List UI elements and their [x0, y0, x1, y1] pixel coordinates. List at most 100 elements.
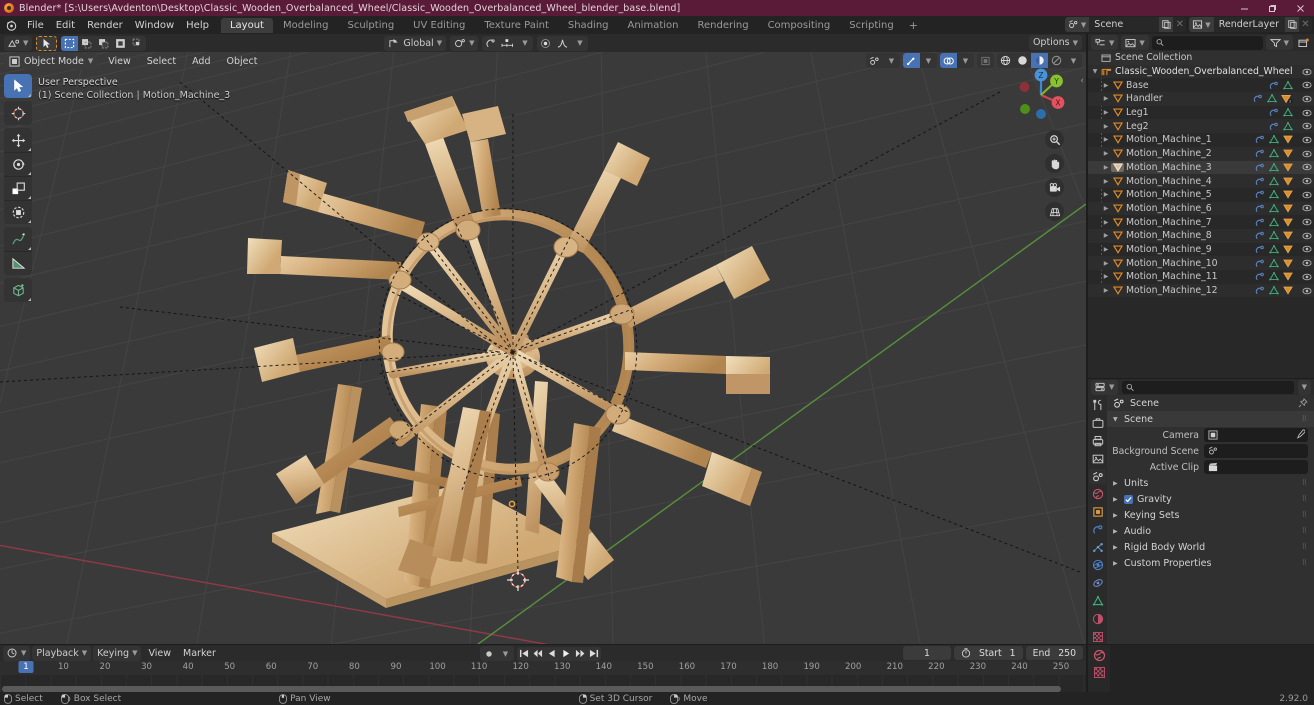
child-object-icon[interactable] — [1283, 231, 1293, 240]
visibility-eye-icon[interactable] — [1301, 218, 1312, 226]
viewport-menu-add[interactable]: Add — [186, 55, 216, 68]
select-intersect-button[interactable] — [129, 36, 146, 51]
tool-measure[interactable] — [4, 251, 32, 275]
visibility-eye-icon[interactable] — [1301, 245, 1312, 253]
mesh-data-icon[interactable] — [1269, 217, 1279, 227]
chevron-right-icon[interactable]: ▶ — [1101, 164, 1111, 171]
panel-header-custom-properties[interactable]: ▶ Custom Properties ⠿ — [1107, 555, 1314, 571]
child-object-icon[interactable] — [1283, 149, 1293, 158]
tab-texture[interactable] — [1089, 629, 1106, 644]
mesh-data-icon[interactable] — [1283, 108, 1293, 117]
viewport-menu-object[interactable]: Object — [221, 55, 264, 68]
select-extend-button[interactable] — [78, 36, 95, 51]
mesh-data-icon[interactable] — [1269, 272, 1279, 281]
scene-selector[interactable]: ▼ Scene ✕ — [1064, 17, 1187, 32]
panel-drag-dots[interactable]: ⠿ — [1302, 479, 1308, 487]
outliner-row-motion-machine-7[interactable]: ▶ Motion_Machine_7 — [1088, 215, 1314, 229]
proportional-edit-toggle[interactable] — [537, 36, 554, 51]
menu-render[interactable]: Render — [81, 19, 129, 32]
select-subtract-button[interactable] — [95, 36, 112, 51]
panel-header-rigid-body-world[interactable]: ▶ Rigid Body World ⠿ — [1107, 539, 1314, 555]
tab-particles[interactable] — [1089, 540, 1106, 555]
visibility-eye-icon[interactable] — [1301, 287, 1312, 295]
visibility-eye-icon[interactable] — [1301, 191, 1312, 199]
tab-layout[interactable]: Layout — [220, 17, 273, 33]
tab-texture-paint[interactable]: Texture Paint — [475, 18, 558, 33]
properties-search-input[interactable] — [1122, 380, 1294, 394]
remove-viewlayer-button[interactable]: ✕ — [1299, 17, 1312, 32]
outliner-editor-type-selector[interactable]: ▼ — [1091, 35, 1119, 50]
chevron-right-icon[interactable]: ▶ — [1101, 260, 1111, 267]
new-scene-button[interactable] — [1159, 17, 1174, 32]
keying-menu[interactable]: Keying ▼ — [93, 645, 142, 661]
modifier-icon[interactable] — [1255, 135, 1265, 144]
outliner-row-base[interactable]: ▶ Base — [1088, 78, 1314, 92]
modifier-icon[interactable] — [1269, 108, 1279, 117]
tool-annotate[interactable] — [4, 227, 32, 251]
modifier-icon[interactable] — [1255, 218, 1265, 227]
outliner-row-motion-machine-2[interactable]: ▶ Motion_Machine_2 — [1088, 146, 1314, 161]
panel-drag-dots[interactable]: ⠿ — [1302, 559, 1308, 567]
tab-uv-editing[interactable]: UV Editing — [404, 18, 474, 33]
pin-icon[interactable] — [1298, 398, 1308, 408]
timeline-menu-view[interactable]: View — [143, 647, 176, 660]
timeline-editor[interactable]: ▼ Playback ▼ Keying ▼ View Marker ▼ 1 St… — [0, 645, 1086, 705]
outliner-row-leg1[interactable]: ▶ Leg1 — [1088, 106, 1314, 120]
tab-output[interactable] — [1089, 434, 1106, 449]
mesh-data-icon[interactable] — [1269, 203, 1279, 213]
jump-to-end-button[interactable] — [587, 647, 601, 661]
mesh-data-icon[interactable] — [1269, 258, 1279, 268]
tab-rendering[interactable]: Rendering — [688, 18, 757, 33]
panel-header-keying-sets[interactable]: ▶ Keying Sets ⠿ — [1107, 507, 1314, 523]
sidebar-toggle-arrow[interactable]: ‹ — [1080, 76, 1084, 86]
active-tool-indicator[interactable] — [36, 35, 58, 51]
outliner-row-motion-machine-9[interactable]: ▶ Motion_Machine_9 — [1088, 243, 1314, 257]
outliner-row-motion-machine-10[interactable]: ▶ Motion_Machine_10 — [1088, 256, 1314, 270]
viewlayer-selector[interactable]: ▼ RenderLayer ✕ — [1189, 17, 1312, 32]
toggle-xray-button[interactable] — [977, 53, 994, 68]
menu-file[interactable]: File — [21, 19, 50, 32]
world-icon[interactable] — [1093, 649, 1106, 662]
new-viewlayer-button[interactable] — [1285, 17, 1299, 32]
background-scene-field[interactable] — [1204, 444, 1308, 458]
modifier-icon[interactable] — [1255, 149, 1265, 158]
outliner-row-leg2[interactable]: ▶ Leg2 — [1088, 119, 1314, 134]
tab-animation[interactable]: Animation — [619, 18, 688, 33]
viewport-menu-select[interactable]: Select — [141, 55, 182, 68]
timeline-keyframe-area[interactable] — [0, 675, 1086, 705]
tab-compositing[interactable]: Compositing — [759, 18, 840, 33]
chevron-right-icon[interactable]: ▶ — [1101, 219, 1111, 226]
next-keyframe-button[interactable] — [573, 647, 587, 661]
tab-shading[interactable]: Shading — [559, 18, 618, 33]
visibility-eye-icon[interactable] — [1301, 273, 1312, 281]
panel-header-gravity[interactable]: ▶ Gravity ⠿ — [1107, 491, 1314, 507]
panel-drag-dots[interactable]: ⠿ — [1302, 527, 1308, 535]
outliner-row-motion-machine-6[interactable]: ▶ Motion_Machine_6 — [1088, 201, 1314, 216]
tool-cursor[interactable] — [4, 101, 32, 125]
modifier-icon[interactable] — [1255, 286, 1265, 295]
select-invert-button[interactable] — [112, 36, 129, 51]
chevron-right-icon[interactable]: ▶ — [1101, 191, 1111, 198]
panel-header-audio[interactable]: ▶ Audio ⠿ — [1107, 523, 1314, 539]
chevron-right-icon[interactable]: ▶ — [1101, 123, 1111, 130]
tool-scale[interactable] — [4, 176, 32, 200]
tab-material[interactable] — [1089, 611, 1106, 626]
chevron-right-icon[interactable]: ▶ — [1101, 246, 1111, 253]
end-frame-value[interactable]: 250 — [1058, 648, 1076, 659]
tab-render[interactable] — [1089, 416, 1106, 431]
visibility-eye-icon[interactable] — [1301, 109, 1312, 117]
tab-physics[interactable] — [1089, 558, 1106, 573]
child-object-icon[interactable] — [1283, 272, 1293, 281]
pan-hand-icon[interactable] — [1045, 154, 1064, 173]
navigation-gizmo[interactable]: Z Y X — [1010, 64, 1072, 126]
tab-world[interactable] — [1089, 487, 1106, 502]
panel-drag-dots[interactable]: ⠿ — [1302, 543, 1308, 551]
tab-sculpting[interactable]: Sculpting — [338, 18, 403, 33]
panel-drag-dots[interactable]: ⠿ — [1302, 415, 1308, 423]
select-set-button[interactable] — [61, 35, 79, 51]
outliner-editor[interactable]: ▼ ▼ ▼ Scene Collection ▼ Classic_Wooden_… — [1088, 34, 1314, 378]
modifier-icon[interactable] — [1255, 163, 1265, 172]
proportional-falloff-selector[interactable] — [554, 36, 571, 51]
chevron-right-icon[interactable]: ▶ — [1101, 205, 1111, 212]
outliner-row-handler[interactable]: ▶ Handler 2 — [1088, 92, 1314, 106]
